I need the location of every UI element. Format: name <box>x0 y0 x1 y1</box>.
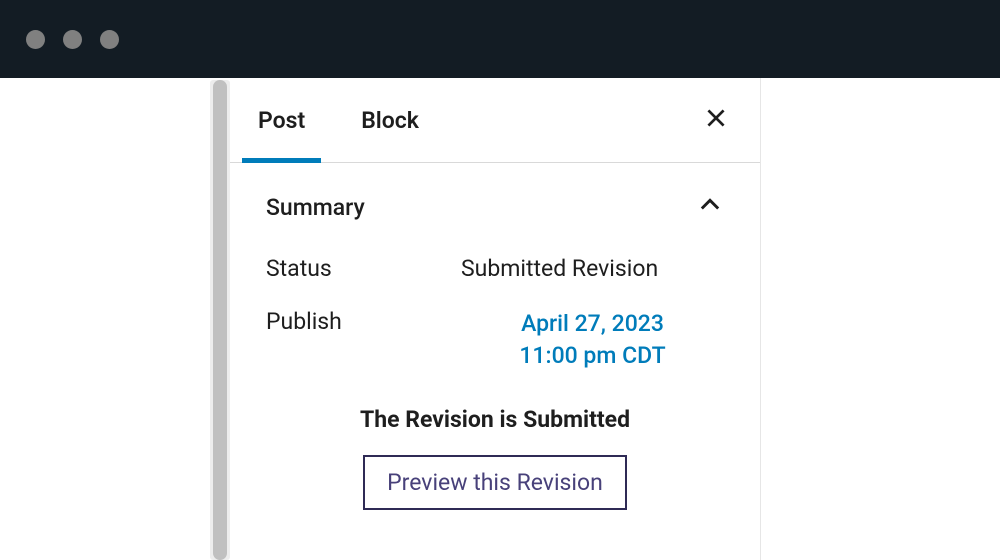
content-area: Post Block Summary <box>0 78 1000 560</box>
status-row: Status Submitted Revision <box>230 245 760 292</box>
tabs-row: Post Block <box>230 78 760 163</box>
preview-revision-button[interactable]: Preview this Revision <box>363 455 627 510</box>
publish-time-text: 11:00 pm CDT <box>519 342 665 369</box>
traffic-light-close[interactable] <box>26 30 45 49</box>
tab-block-label: Block <box>361 107 419 134</box>
publish-date-link[interactable]: April 27, 2023 11:00 pm CDT <box>461 308 724 372</box>
scrollbar-thumb[interactable] <box>213 80 227 560</box>
revision-status-text: The Revision is Submitted <box>230 382 760 449</box>
publish-label: Publish <box>266 308 461 372</box>
traffic-light-minimize[interactable] <box>63 30 82 49</box>
publish-date-text: April 27, 2023 <box>521 310 664 337</box>
left-gutter <box>0 78 210 560</box>
status-label: Status <box>266 255 461 282</box>
chevron-up-icon <box>696 191 724 223</box>
scrollbar[interactable] <box>210 80 230 560</box>
summary-section-header[interactable]: Summary <box>230 163 760 245</box>
close-panel-button[interactable] <box>696 100 736 140</box>
preview-button-label: Preview this Revision <box>387 469 603 496</box>
settings-panel: Post Block Summary <box>230 78 760 560</box>
tab-post[interactable]: Post <box>230 78 333 162</box>
publish-row: Publish April 27, 2023 11:00 pm CDT <box>230 292 760 382</box>
tab-block[interactable]: Block <box>333 78 447 162</box>
window-titlebar <box>0 0 1000 78</box>
close-icon <box>703 105 729 135</box>
right-gutter <box>760 78 1000 560</box>
preview-row: Preview this Revision <box>230 449 760 516</box>
tab-post-label: Post <box>258 107 305 134</box>
traffic-light-zoom[interactable] <box>100 30 119 49</box>
status-value: Submitted Revision <box>461 255 724 282</box>
summary-title: Summary <box>266 194 365 221</box>
